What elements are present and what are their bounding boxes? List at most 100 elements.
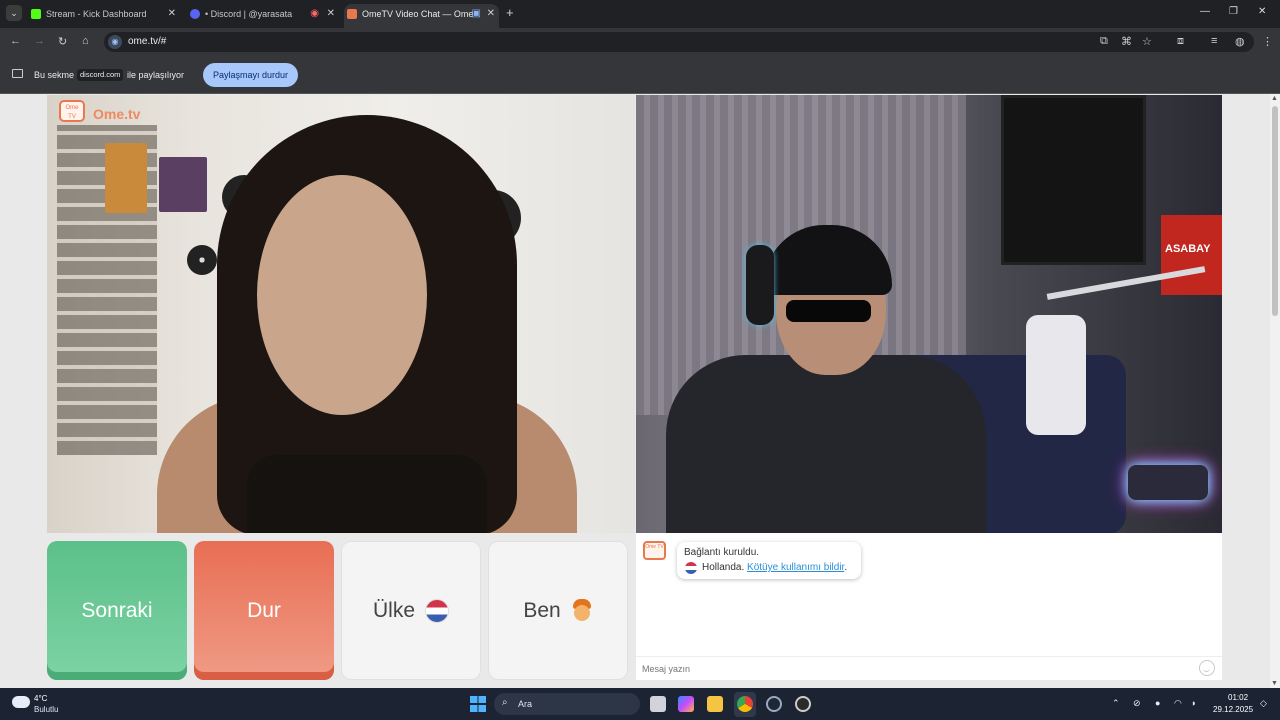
- chrome-icon[interactable]: [737, 696, 753, 712]
- close-window-icon[interactable]: ✕: [1258, 6, 1266, 17]
- volume-icon[interactable]: ◗: [1191, 698, 1196, 708]
- country-name: Hollanda.: [702, 562, 745, 573]
- browser-tab-strip: ⌄ Stream - Kick Dashboard ✕ • Discord | …: [0, 0, 1280, 28]
- start-menu-icon[interactable]: [470, 696, 486, 712]
- search-label: Ara: [518, 699, 533, 709]
- local-video: ASABAY: [636, 95, 1222, 533]
- streamer-body: [666, 355, 986, 533]
- home-icon[interactable]: ⌂: [82, 35, 89, 47]
- back-icon[interactable]: ←: [10, 35, 21, 47]
- close-tab-icon[interactable]: ✕: [487, 4, 495, 24]
- weather-temperature[interactable]: 4°C: [34, 694, 47, 703]
- bookmark-star-icon[interactable]: ☆: [1142, 35, 1152, 48]
- sharing-suffix-text: ile paylaşılıyor: [127, 70, 185, 80]
- sunglasses: [786, 300, 871, 322]
- extensions-icon[interactable]: ⧈: [1177, 35, 1184, 48]
- app-icon[interactable]: [795, 696, 811, 712]
- red-sign: ASABAY: [1161, 215, 1222, 295]
- rgb-device: [1128, 465, 1208, 500]
- stop-sharing-button[interactable]: Paylaşmayı durdur: [203, 63, 298, 87]
- netherlands-flag-icon: [685, 562, 697, 574]
- sharing-indicator-icon: ▣: [471, 8, 481, 19]
- tab-sharing-bar: Bu sekme discord.com ile paylaşılıyor: [0, 56, 1280, 94]
- red-sign-text: ASABAY: [1165, 243, 1211, 255]
- headset: [746, 245, 774, 325]
- address-bar[interactable]: ◉ ome.tv/#: [104, 32, 1254, 52]
- media-controls-icon[interactable]: ≡: [1211, 35, 1217, 47]
- page-scrollbar[interactable]: ▲ ▼: [1270, 94, 1280, 688]
- clock-time[interactable]: 01:02: [1228, 693, 1248, 702]
- network-off-icon[interactable]: ⊘: [1133, 698, 1141, 709]
- ometv-wordmark: Ome.tv: [93, 106, 141, 122]
- system-message-bubble: Bağlantı kuruldu. Hollanda. Kötüye kulla…: [677, 542, 861, 579]
- scroll-up-icon[interactable]: ▲: [1271, 95, 1278, 102]
- tab-search-icon[interactable]: ⌄: [6, 5, 22, 21]
- tab-ometv[interactable]: OmeTV Video Chat — Ome ▣ ✕: [344, 4, 499, 28]
- me-button-label: Ben: [523, 598, 561, 622]
- tab-kick-dashboard[interactable]: Stream - Kick Dashboard ✕: [28, 4, 180, 28]
- translate-icon[interactable]: ⌘: [1121, 35, 1132, 48]
- netherlands-flag-icon: [425, 598, 449, 623]
- report-abuse-link[interactable]: Kötüye kullanımı bildir: [747, 562, 844, 573]
- microphone-icon[interactable]: ●: [1155, 698, 1160, 708]
- site-info-icon[interactable]: ◉: [108, 35, 122, 49]
- discord-favicon-icon: [190, 9, 200, 19]
- tab-label: OmeTV Video Chat — Ome: [362, 9, 474, 19]
- chat-ometv-icon: Ome TV: [643, 541, 666, 560]
- wifi-icon[interactable]: ◠: [1174, 698, 1182, 709]
- screen-share-icon: [12, 69, 23, 78]
- more-menu-icon[interactable]: ⋮: [1262, 35, 1273, 48]
- clock-date[interactable]: 29.12.2025: [1213, 705, 1253, 714]
- country-button[interactable]: Ülke: [341, 541, 481, 680]
- forward-icon[interactable]: →: [34, 35, 45, 47]
- boy-avatar-icon: [571, 598, 593, 623]
- copilot-icon[interactable]: [678, 696, 694, 712]
- tray-overflow-icon[interactable]: ⌃: [1112, 698, 1120, 709]
- vinyl-record: [187, 245, 217, 275]
- minimize-icon[interactable]: —: [1200, 6, 1210, 17]
- cast-icon[interactable]: ⧉: [1100, 35, 1108, 48]
- notifications-icon[interactable]: ◇: [1260, 698, 1267, 709]
- next-button[interactable]: Sonraki: [47, 541, 187, 680]
- cloud-icon[interactable]: [12, 696, 30, 708]
- next-button-label: Sonraki: [81, 598, 153, 622]
- person-face: [257, 175, 427, 415]
- steam-icon[interactable]: [766, 696, 782, 712]
- restore-icon[interactable]: ❐: [1229, 6, 1238, 17]
- windows-taskbar: 4°C Bulutlu ⌕ Ara ⌃ ⊘ ● ◠ ◗ 01:02 29.12.…: [0, 688, 1280, 720]
- report-suffix: .: [844, 562, 848, 573]
- sharing-prefix-text: Bu sekme: [34, 70, 75, 80]
- new-tab-button[interactable]: +: [506, 5, 514, 20]
- person-top: [247, 455, 487, 533]
- reload-icon[interactable]: ↻: [58, 35, 67, 48]
- tab-label: • Discord | @yarasata: [205, 9, 293, 19]
- chat-input-area: [636, 656, 1222, 680]
- weather-description[interactable]: Bulutlu: [34, 705, 58, 714]
- task-view-icon[interactable]: [650, 696, 666, 712]
- me-button[interactable]: Ben: [488, 541, 628, 680]
- stop-button[interactable]: Dur: [194, 541, 334, 680]
- scrollbar-thumb[interactable]: [1272, 106, 1278, 316]
- close-tab-icon[interactable]: ✕: [327, 4, 335, 24]
- remote-video: [47, 95, 635, 533]
- emoji-picker-icon[interactable]: [1199, 660, 1215, 676]
- browser-toolbar: ← → ↻ ⌂ ◉ ome.tv/# ⧉ ⌘ ☆ ⧈ ≡ ◍ ⋮: [0, 28, 1280, 56]
- poster: [159, 157, 207, 212]
- message-input[interactable]: [642, 662, 1182, 676]
- close-tab-icon[interactable]: ✕: [168, 4, 176, 24]
- recording-indicator-icon: ◉: [310, 8, 319, 19]
- address-url[interactable]: ome.tv/#: [128, 36, 166, 47]
- connected-message: Bağlantı kuruldu.: [684, 547, 760, 558]
- taskbar-search[interactable]: ⌕ Ara: [494, 693, 640, 715]
- tab-discord[interactable]: • Discord | @yarasata ◉ ✕: [187, 4, 339, 28]
- file-explorer-icon[interactable]: [707, 696, 723, 712]
- profile-icon[interactable]: ◍: [1235, 35, 1245, 48]
- search-icon: ⌕: [502, 697, 508, 708]
- country-message: Hollanda. Kötüye kullanımı bildir.: [702, 562, 847, 573]
- stop-button-label: Dur: [247, 598, 281, 622]
- scroll-down-icon[interactable]: ▼: [1271, 680, 1278, 687]
- tab-label: Stream - Kick Dashboard: [46, 9, 147, 19]
- microphone: [1026, 315, 1086, 435]
- sharing-domain-chip[interactable]: discord.com: [77, 69, 124, 81]
- kick-favicon-icon: [31, 9, 41, 19]
